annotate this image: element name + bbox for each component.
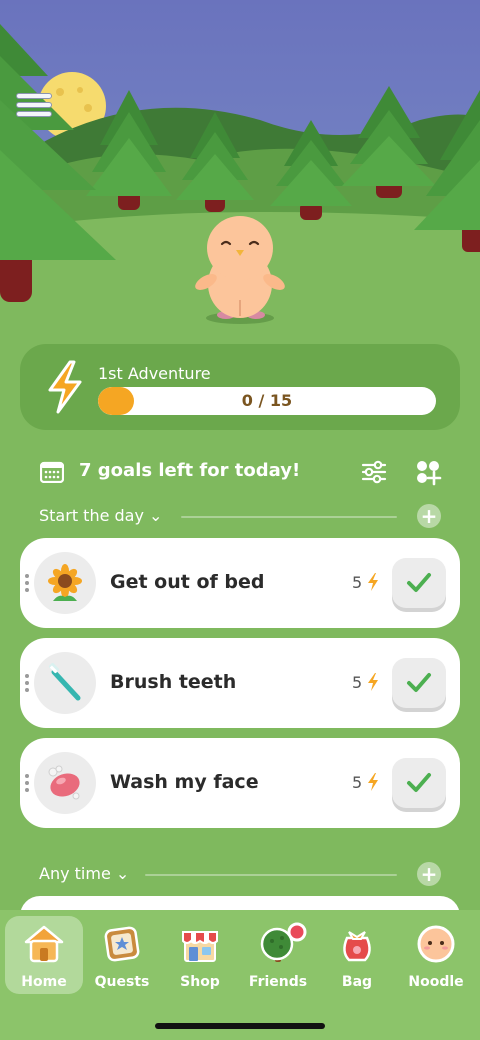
- filter-sliders-icon[interactable]: [360, 458, 388, 486]
- nav-noodle[interactable]: Noodle: [397, 916, 475, 994]
- section-divider: [181, 516, 397, 518]
- nav-label: Friends: [248, 974, 308, 990]
- adventure-card[interactable]: 1st Adventure 0 / 15: [20, 344, 460, 430]
- section-label[interactable]: Any time ⌄: [39, 864, 129, 883]
- adventure-title: 1st Adventure: [98, 364, 211, 383]
- notification-dot-icon: [287, 922, 307, 942]
- forest-scene: [0, 0, 480, 340]
- house-icon: [24, 925, 64, 963]
- complete-goal-button[interactable]: [392, 758, 446, 808]
- calendar-icon: [40, 461, 64, 483]
- nav-label: Bag: [341, 974, 373, 990]
- noodle-face-icon: [417, 925, 455, 963]
- goal-name: Brush teeth: [110, 671, 237, 693]
- home-indicator[interactable]: [155, 1023, 325, 1029]
- checkmark-icon: [407, 573, 431, 592]
- forest-illustration: [0, 0, 480, 340]
- checkmark-icon: [407, 673, 431, 692]
- nav-label: Quests: [94, 974, 150, 990]
- add-goal-button[interactable]: +: [417, 862, 441, 886]
- nav-bag[interactable]: Bag: [318, 916, 396, 994]
- goal-icon-circle: [34, 752, 96, 814]
- complete-goal-button[interactable]: [392, 658, 446, 708]
- goal-card[interactable]: Wash my face 5: [20, 738, 460, 828]
- checkmark-icon: [407, 773, 431, 792]
- nav-home[interactable]: Home: [5, 916, 83, 994]
- soap-icon: [48, 765, 80, 800]
- lightning-bolt-icon: [48, 360, 82, 414]
- add-goal-button[interactable]: +: [417, 504, 441, 528]
- adventure-progress-text: 0 / 15: [241, 391, 293, 410]
- goal-name: Wash my face: [110, 771, 259, 793]
- nav-label: Shop: [180, 974, 220, 990]
- goal-name: Get out of bed: [110, 571, 265, 593]
- nav-label: Home: [21, 974, 67, 990]
- bottom-nav: Home Quests Shop Friends Bag Noodle: [0, 910, 480, 1040]
- goal-card[interactable]: Get out of bed 5: [20, 538, 460, 628]
- menu-icon[interactable]: [14, 90, 54, 122]
- quest-board-icon: [104, 926, 140, 962]
- goal-points: 5: [352, 673, 363, 692]
- drag-handle-icon[interactable]: [25, 774, 29, 792]
- bag-icon: [343, 931, 371, 962]
- nav-quests[interactable]: Quests: [83, 916, 161, 994]
- toothbrush-icon: [48, 663, 81, 701]
- goal-icon-circle: [34, 552, 96, 614]
- section-divider: [145, 874, 397, 876]
- nav-label: Noodle: [408, 974, 464, 990]
- nav-shop[interactable]: Shop: [161, 916, 239, 994]
- goal-points: 5: [352, 573, 363, 592]
- sunflower-icon: [48, 564, 82, 601]
- drag-handle-icon[interactable]: [25, 574, 29, 592]
- shop-icon: [182, 931, 218, 962]
- lightning-bolt-icon: [368, 773, 378, 791]
- goal-icon-circle: [34, 652, 96, 714]
- lightning-bolt-icon: [368, 573, 378, 591]
- section-label[interactable]: Start the day ⌄: [39, 506, 162, 525]
- drag-handle-icon[interactable]: [25, 674, 29, 692]
- adventure-progress-bar: 0 / 15: [98, 387, 436, 415]
- lightning-bolt-icon: [368, 673, 378, 691]
- section-any-time: Any time ⌄ +: [39, 862, 441, 888]
- goal-points: 5: [352, 773, 363, 792]
- section-start-the-day: Start the day ⌄ +: [39, 504, 441, 530]
- goals-left-title: 7 goals left for today!: [79, 460, 301, 481]
- add-apps-icon[interactable]: [414, 458, 442, 486]
- nav-friends[interactable]: Friends: [239, 916, 317, 994]
- goals-header: 7 goals left for today!: [38, 456, 444, 488]
- goal-card[interactable]: Brush teeth 5: [20, 638, 460, 728]
- complete-goal-button[interactable]: [392, 558, 446, 608]
